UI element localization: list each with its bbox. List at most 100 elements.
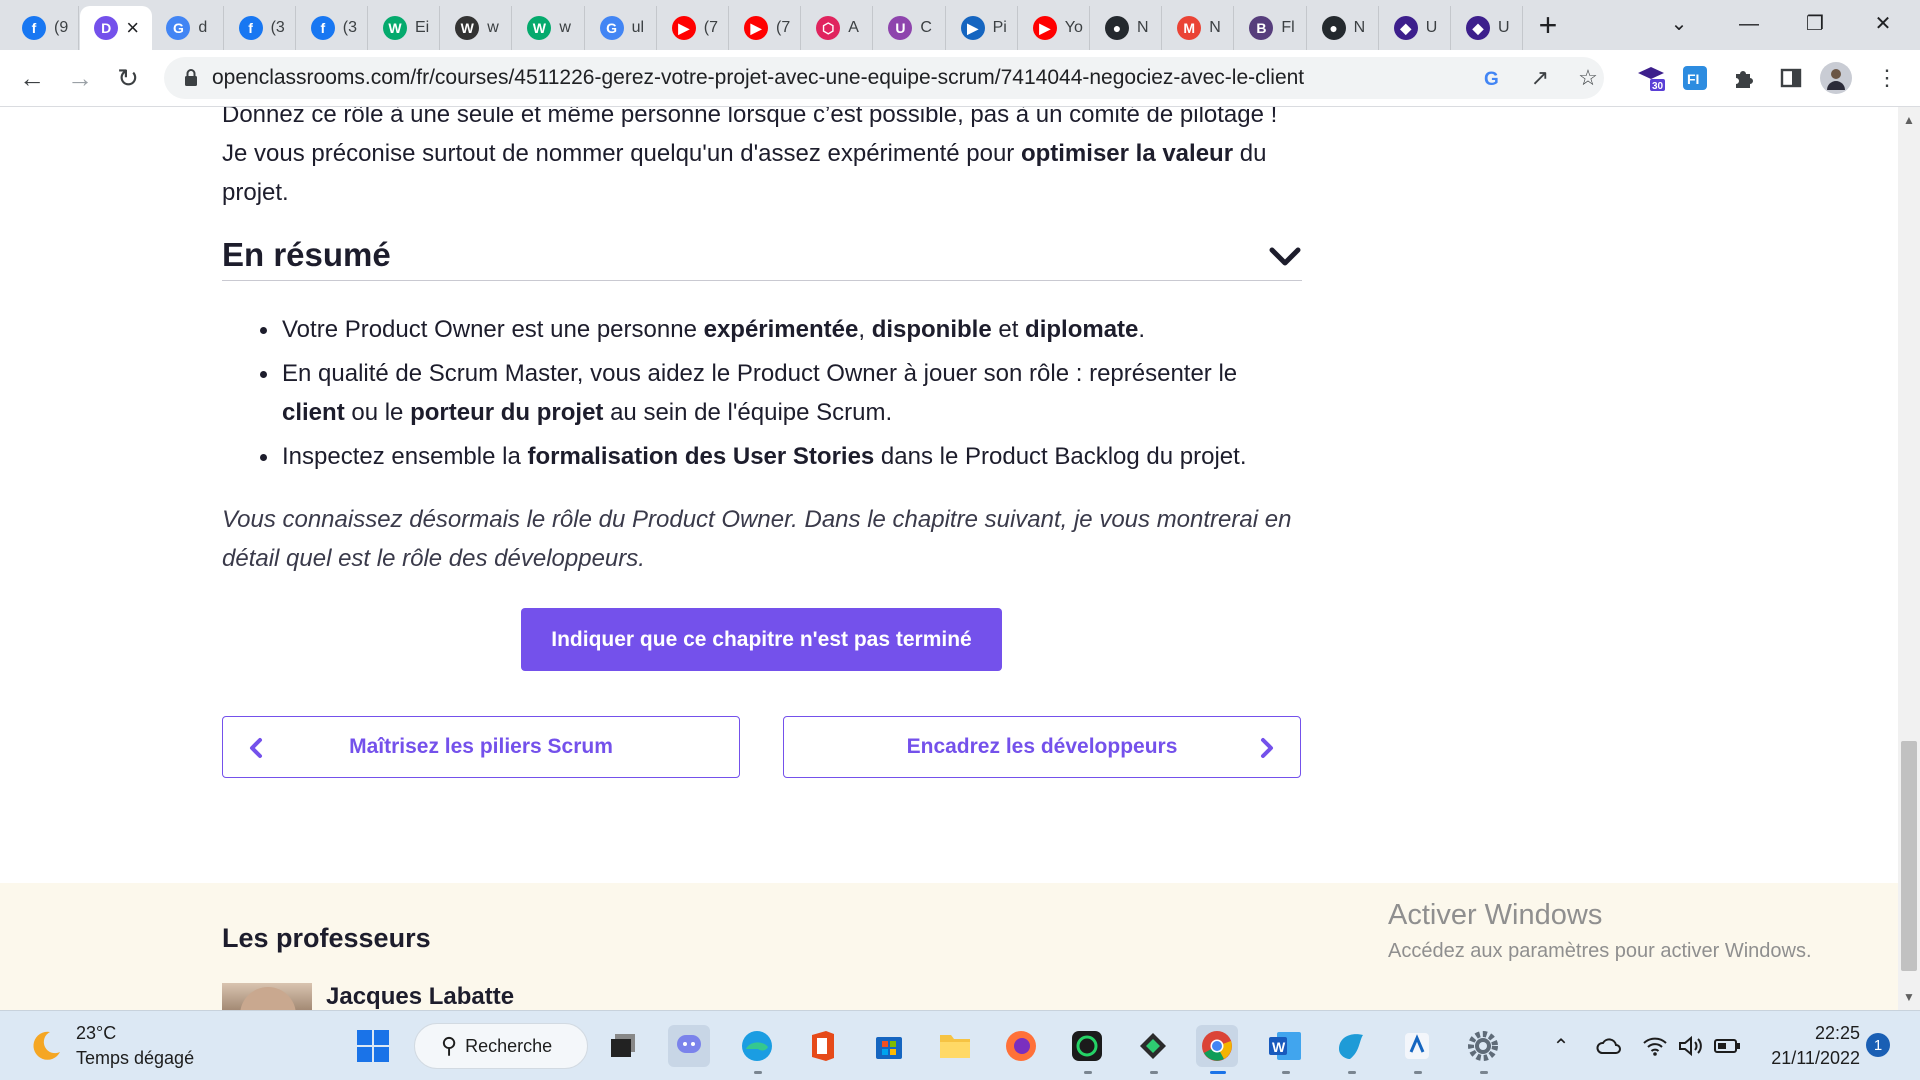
browser-menu-icon[interactable]: ⋮ (1870, 61, 1904, 95)
wifi-icon[interactable] (1640, 1031, 1670, 1061)
url-text[interactable]: openclassrooms.com/fr/courses/4511226-ge… (212, 66, 1304, 90)
google-icon: G (599, 16, 624, 40)
browser-tab-strip: f (9 D × Gd f (3 f (3 W Ei Ww Ww Gul ▶ (7 ▶ (7 ⬡ A U C ▶ Pi ▶ Yo ●… (0, 0, 1920, 50)
volume-icon[interactable] (1676, 1031, 1706, 1061)
scroll-up-arrow-icon[interactable]: ▲ (1903, 113, 1915, 127)
chevron-up-icon[interactable]: ⌃ (1546, 1031, 1576, 1061)
bird-app-icon[interactable] (1330, 1025, 1372, 1067)
windows-start-icon[interactable] (352, 1025, 394, 1067)
professor-avatar (222, 983, 312, 1010)
weather-description[interactable]: Temps dégagé (76, 1048, 194, 1069)
browser-tab[interactable]: B Fl (1235, 6, 1307, 50)
browser-tab[interactable]: UC (874, 6, 946, 50)
taskbar-search[interactable]: ⚲ Recherche (414, 1023, 588, 1069)
onedrive-cloud-icon[interactable] (1594, 1031, 1624, 1061)
lock-icon[interactable] (182, 68, 200, 88)
summary-section-header[interactable]: En résumé (222, 236, 1302, 281)
chrome-active-indicator (1210, 1071, 1226, 1074)
firefox-icon[interactable] (1000, 1025, 1042, 1067)
youtube-icon: ▶ (671, 16, 696, 40)
facebook-icon: f (22, 16, 46, 40)
bookmark-star-icon[interactable]: ☆ (1574, 64, 1602, 92)
share-icon[interactable]: ↗ (1526, 64, 1554, 92)
profile-avatar[interactable] (1820, 62, 1852, 94)
scroll-thumb[interactable] (1901, 741, 1917, 971)
tab-title: N (1209, 19, 1221, 36)
microsoft-store-icon[interactable] (868, 1025, 910, 1067)
restore-icon[interactable]: ❐ (1790, 6, 1840, 42)
close-tab-icon[interactable]: × (126, 17, 139, 39)
notification-badge[interactable]: 1 (1866, 1033, 1890, 1057)
professor-name[interactable]: Jacques Labatte (326, 983, 514, 1010)
browser-tab[interactable]: ◆ U (1380, 6, 1451, 50)
browser-tab[interactable]: W Ei (369, 6, 441, 50)
word-icon[interactable]: W (1264, 1025, 1306, 1067)
notepad-app-icon[interactable] (1396, 1025, 1438, 1067)
bootstrap-icon: B (1249, 16, 1274, 40)
page-content: Donnez ce rôle à une seule et même perso… (0, 107, 1898, 1010)
address-bar[interactable]: openclassrooms.com/fr/courses/4511226-ge… (164, 57, 1604, 99)
browser-tab[interactable]: D × (80, 6, 153, 50)
clock-time[interactable]: 22:25 (1790, 1023, 1860, 1044)
weather-temperature[interactable]: 23°C (76, 1023, 116, 1044)
extensions-puzzle-icon[interactable] (1726, 61, 1760, 95)
moon-weather-icon[interactable] (28, 1028, 64, 1064)
tab-title: w (559, 19, 571, 36)
minimize-icon[interactable]: — (1724, 6, 1774, 42)
whatsapp-icon[interactable] (1066, 1025, 1108, 1067)
mark-chapter-incomplete-button[interactable]: Indiquer que ce chapitre n'est pas termi… (521, 608, 1002, 671)
browser-tab[interactable]: ● N (1308, 6, 1379, 50)
browser-tab[interactable]: f (9 (8, 6, 80, 50)
svg-text:W: W (1272, 1039, 1286, 1055)
reload-icon[interactable]: ↻ (108, 58, 148, 98)
tab-search-icon[interactable]: ⌄ (1654, 6, 1704, 42)
activate-windows-subtitle: Accédez aux paramètres pour activer Wind… (1388, 940, 1812, 962)
task-view-icon[interactable] (602, 1025, 644, 1067)
browser-tab[interactable]: ● N (1091, 6, 1163, 50)
browser-tab[interactable]: Gul (586, 6, 657, 50)
list-item: Votre Product Owner est une personne exp… (222, 310, 1302, 349)
bird-running-indicator (1348, 1071, 1356, 1074)
edge-browser-icon[interactable] (736, 1025, 778, 1067)
browser-tab[interactable]: Gd (152, 6, 224, 50)
browser-tab[interactable]: ▶ (7 (730, 6, 802, 50)
forward-icon[interactable]: → (60, 58, 100, 98)
google-translate-icon[interactable]: G (1478, 64, 1506, 92)
back-icon[interactable]: ← (12, 58, 52, 98)
browser-tab[interactable]: ▶ (7 (658, 6, 729, 50)
chrome-icon[interactable] (1196, 1025, 1238, 1067)
scroll-down-arrow-icon[interactable]: ▼ (1903, 990, 1915, 1004)
browser-tab[interactable]: ▶ Yo (1019, 6, 1090, 50)
browser-tab[interactable]: Ww (441, 6, 513, 50)
browser-tab[interactable]: f (3 (225, 6, 296, 50)
chevron-down-icon[interactable] (1268, 244, 1302, 268)
summary-heading: En résumé (222, 236, 391, 273)
browser-tab[interactable]: f (3 (297, 6, 368, 50)
page-scrollbar[interactable]: ▲ ▼ (1898, 107, 1920, 1010)
previous-chapter-button[interactable]: Maîtrisez les piliers Scrum (222, 716, 740, 778)
next-chapter-button[interactable]: Encadrez les développeurs (783, 716, 1301, 778)
browser-tab[interactable]: ▶ Pi (947, 6, 1018, 50)
browser-tab[interactable]: Ww (513, 6, 585, 50)
snipping-tool-icon[interactable] (1132, 1025, 1174, 1067)
file-explorer-icon[interactable] (934, 1025, 976, 1067)
office-icon[interactable] (802, 1025, 844, 1067)
summary-list: Votre Product Owner est une personne exp… (222, 310, 1302, 481)
facebook-icon: f (310, 16, 335, 40)
tab-title: (7 (776, 19, 791, 36)
fi-extension-icon[interactable]: FI (1678, 61, 1712, 95)
professors-section: Les professeurs Jacques Labatte Activer … (0, 883, 1898, 1010)
clock-date[interactable]: 21/11/2022 (1752, 1048, 1860, 1069)
tab-title: (9 (54, 19, 69, 36)
browser-tab[interactable]: ◆ U (1452, 6, 1524, 50)
professors-heading: Les professeurs (222, 923, 431, 953)
battery-icon[interactable] (1712, 1031, 1742, 1061)
side-panel-icon[interactable] (1774, 61, 1808, 95)
teams-chat-icon[interactable] (668, 1025, 710, 1067)
browser-tab[interactable]: ⬡ A (802, 6, 874, 50)
graduation-cap-extension-icon[interactable]: 30 (1634, 61, 1668, 95)
settings-gear-icon[interactable] (1462, 1025, 1504, 1067)
close-window-icon[interactable]: ✕ (1858, 6, 1908, 42)
browser-tab[interactable]: MN (1163, 6, 1235, 50)
new-tab-button[interactable]: + (1530, 8, 1566, 44)
